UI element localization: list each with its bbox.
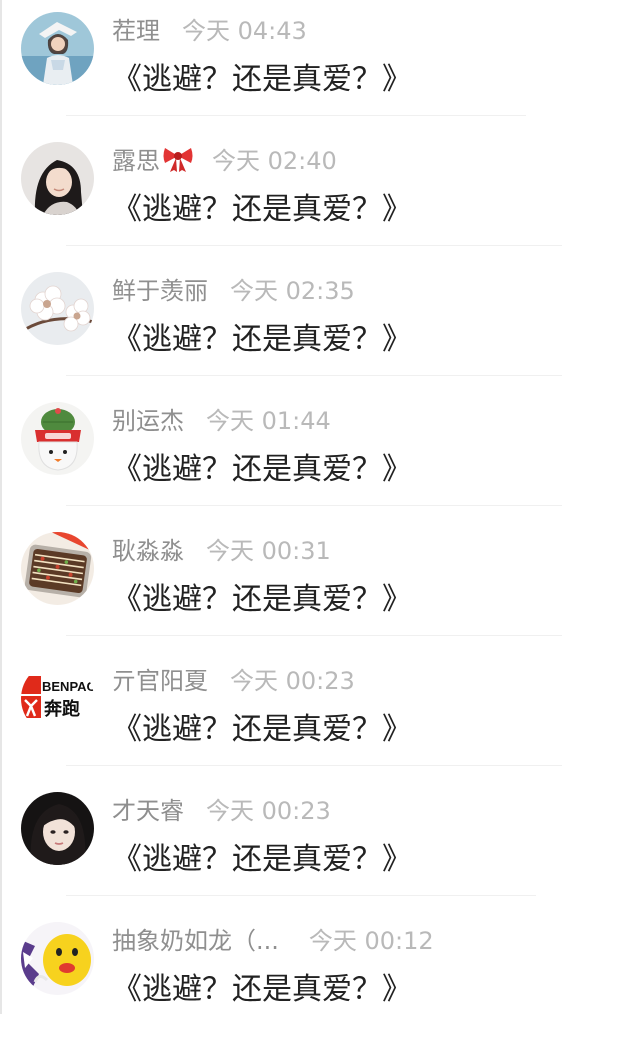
user-name[interactable]: 耿淼淼	[112, 531, 184, 566]
comment-time: 今天 00:23	[206, 796, 331, 825]
comment-list: 茬理 今天 04:43 《逃避？还是真爱？》 露思 今天 02:40 《逃避？还…	[0, 0, 640, 1040]
user-name[interactable]: 别运杰	[112, 401, 184, 436]
comment-item[interactable]: 露思 今天 02:40 《逃避？还是真爱？》	[0, 130, 640, 260]
comment-text: 《逃避？还是真爱？》	[112, 582, 412, 617]
comment-item[interactable]: 茬理 今天 04:43 《逃避？还是真爱？》	[0, 0, 640, 130]
yellow-cartoon-avatar	[21, 922, 94, 995]
user-name[interactable]: 露思	[112, 141, 160, 176]
comment-meta: 鲜于羡丽 今天 02:35	[112, 271, 355, 305]
divider	[66, 895, 536, 896]
user-name[interactable]: 抽象奶如龙（...	[112, 921, 279, 956]
avatar[interactable]: BENPAO 奔跑	[21, 662, 94, 735]
logo-text-chinese: 奔跑	[43, 698, 80, 720]
user-name[interactable]: 鲜于羡丽	[112, 271, 208, 306]
comment-meta: 才天睿 今天 00:23	[112, 791, 331, 825]
benpao-logo-avatar: BENPAO 奔跑	[21, 662, 94, 735]
ribbon-bow-icon	[163, 148, 193, 172]
white-flowers-avatar	[21, 272, 94, 345]
comment-text: 《逃避？还是真爱？》	[112, 322, 412, 357]
avatar[interactable]	[21, 402, 94, 475]
divider	[66, 505, 562, 506]
comment-item[interactable]: 才天睿 今天 00:23 《逃避？还是真爱？》	[0, 780, 640, 910]
comment-meta: 亓官阳夏 今天 00:23	[112, 661, 355, 695]
avatar[interactable]	[21, 12, 94, 85]
comment-meta: 茬理 今天 04:43	[112, 11, 307, 45]
avatar[interactable]	[21, 142, 94, 215]
girl-portrait-avatar	[21, 142, 94, 215]
comment-meta: 抽象奶如龙（... 今天 00:12	[112, 921, 434, 955]
comment-time: 今天 00:23	[230, 666, 355, 695]
user-name[interactable]: 亓官阳夏	[112, 661, 208, 696]
user-name[interactable]: 茬理	[112, 11, 160, 46]
comment-item[interactable]: 抽象奶如龙（... 今天 00:12 《逃避？还是真爱？》	[0, 910, 640, 1040]
avatar[interactable]	[21, 922, 94, 995]
avatar[interactable]	[21, 792, 94, 865]
comment-text: 《逃避？还是真爱？》	[112, 62, 412, 97]
comment-time: 今天 00:31	[206, 536, 331, 565]
comment-meta: 耿淼淼 今天 00:31	[112, 531, 331, 565]
comment-text: 《逃避？还是真爱？》	[112, 712, 412, 747]
user-name[interactable]: 才天睿	[112, 791, 184, 826]
comment-time: 今天 01:44	[206, 406, 331, 435]
comment-text: 《逃避？还是真爱？》	[112, 972, 412, 1007]
food-tray-avatar	[21, 532, 94, 605]
comment-time: 今天 02:35	[230, 276, 355, 305]
comment-item[interactable]: 鲜于羡丽 今天 02:35 《逃避？还是真爱？》	[0, 260, 640, 390]
comment-text: 《逃避？还是真爱？》	[112, 842, 412, 877]
comment-item[interactable]: 别运杰 今天 01:44 《逃避？还是真爱？》	[0, 390, 640, 520]
comment-time: 今天 00:12	[308, 926, 434, 955]
comment-item[interactable]: 耿淼淼 今天 00:31 《逃避？还是真爱？》	[0, 520, 640, 650]
divider	[66, 765, 562, 766]
divider	[66, 635, 562, 636]
avatar[interactable]	[21, 272, 94, 345]
logo-text-latin: BENPAO	[42, 679, 94, 694]
comment-time: 今天 02:40	[212, 146, 337, 175]
girl-in-hat-photo-avatar	[21, 12, 94, 85]
comment-item[interactable]: BENPAO 奔跑 亓官阳夏 今天 00:23 《逃避？还是真爱？》	[0, 650, 640, 780]
comment-meta: 别运杰 今天 01:44	[112, 401, 331, 435]
avatar[interactable]	[21, 532, 94, 605]
comment-time: 今天 04:43	[182, 16, 307, 45]
divider	[66, 245, 562, 246]
comment-meta: 露思 今天 02:40	[112, 141, 337, 175]
comment-text: 《逃避？还是真爱？》	[112, 452, 412, 487]
divider	[66, 375, 562, 376]
divider	[66, 115, 526, 116]
cactus-pot-avatar	[21, 402, 94, 475]
comment-text: 《逃避？还是真爱？》	[112, 192, 412, 227]
girl-face-avatar	[21, 792, 94, 865]
